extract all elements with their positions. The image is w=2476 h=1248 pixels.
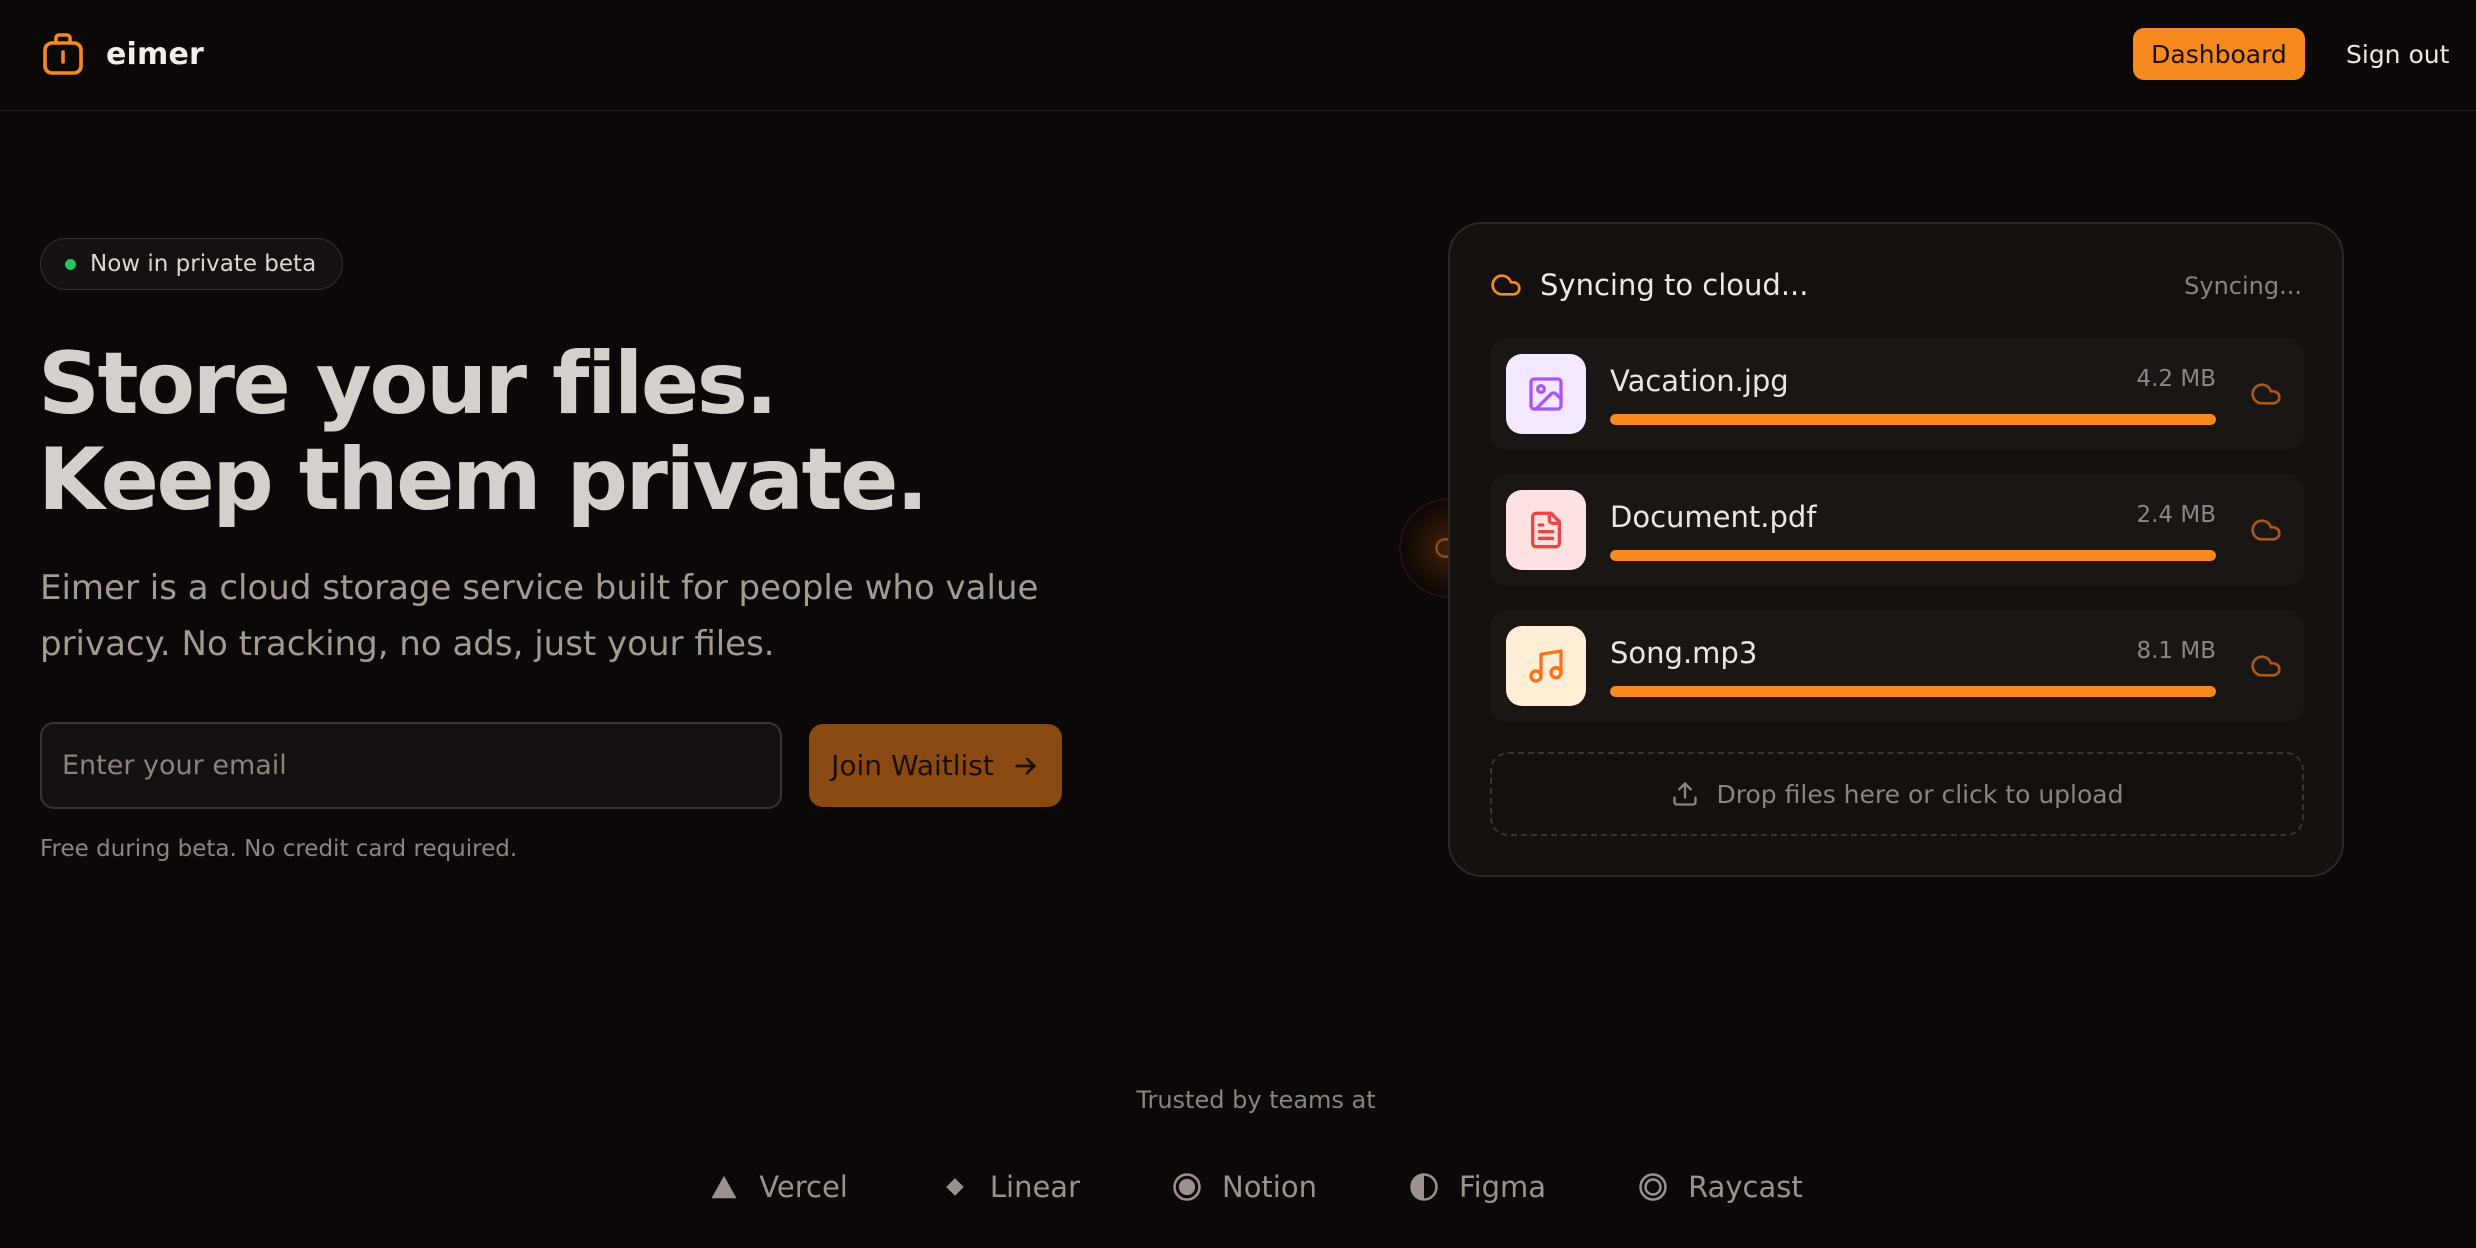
- beta-badge: Now in private beta: [40, 238, 344, 290]
- beta-note: Free during beta. No credit card require…: [40, 836, 518, 862]
- diamond-icon: [946, 1178, 964, 1196]
- cloud-icon: [2251, 655, 2281, 677]
- site-header: eimer Dashboard Sign out: [0, 0, 2476, 111]
- brand-notion: Notion: [1172, 1170, 1317, 1204]
- sync-card: Syncing to cloud... Syncing... Vacation.…: [1448, 222, 2344, 877]
- logo-text: eimer: [106, 36, 205, 72]
- progress-fill: [1610, 550, 2216, 561]
- join-waitlist-label: Join Waitlist: [831, 749, 994, 782]
- trusted-label: Trusted by teams at: [1136, 1086, 1376, 1114]
- sync-card-header: Syncing to cloud...: [1490, 268, 1808, 302]
- cloud-icon: [1491, 274, 1521, 296]
- upload-dropzone[interactable]: Drop files here or click to upload: [1490, 752, 2304, 836]
- headline-line-1: Store your files.: [38, 334, 778, 434]
- file-row[interactable]: Document.pdf 2.4 MB: [1490, 474, 2304, 586]
- file-icon-tile: [1506, 490, 1586, 570]
- brand-name: Vercel: [759, 1170, 848, 1204]
- file-name: Document.pdf: [1610, 500, 1817, 534]
- brand-logo[interactable]: eimer: [42, 32, 204, 76]
- hero-headline: Store your files. Keep them private.: [38, 336, 1238, 528]
- brand-raycast: Raycast: [1638, 1170, 1803, 1204]
- brand-name: Linear: [989, 1170, 1080, 1204]
- file-icon-tile: [1506, 354, 1586, 434]
- progress-fill: [1610, 414, 2216, 425]
- notion-icon: [1173, 1173, 1201, 1201]
- bucket-logo-icon: [43, 33, 83, 75]
- music-icon: [1529, 649, 1563, 683]
- file-row[interactable]: Song.mp3 8.1 MB: [1490, 610, 2304, 722]
- upload-progress: [1610, 414, 2216, 425]
- status-dot: [65, 258, 76, 270]
- document-icon: [1531, 511, 1561, 549]
- brand-vercel: Vercel: [709, 1170, 848, 1204]
- brand-name: Notion: [1222, 1170, 1317, 1204]
- dropzone-label: Drop files here or click to upload: [1716, 779, 2124, 809]
- figma-icon: [1410, 1173, 1438, 1201]
- upload-progress: [1610, 550, 2216, 561]
- join-waitlist-button[interactable]: Join Waitlist: [809, 724, 1062, 807]
- cloud-icon: [2251, 519, 2281, 541]
- sign-out-link[interactable]: Sign out: [2346, 28, 2449, 80]
- file-name: Song.mp3: [1610, 636, 1758, 670]
- file-name: Vacation.jpg: [1610, 364, 1789, 398]
- progress-fill: [1610, 686, 2216, 697]
- brand-logos: Vercel Linear Notion Figma Raycast: [0, 1170, 2476, 1204]
- raycast-icon: [1639, 1173, 1667, 1201]
- beta-badge-label: Now in private beta: [90, 251, 317, 277]
- upload-icon: [1672, 782, 1697, 806]
- arrow-right-icon: [1015, 757, 1036, 774]
- sync-status: Syncing...: [2184, 272, 2302, 300]
- brand-name: Figma: [1459, 1170, 1547, 1204]
- sync-card-title: Syncing to cloud...: [1540, 268, 1809, 302]
- file-size: 2.4 MB: [2136, 502, 2216, 528]
- dashboard-button[interactable]: Dashboard: [2133, 28, 2305, 80]
- upload-progress: [1610, 686, 2216, 697]
- hero-description: Eimer is a cloud storage service built f…: [40, 568, 1039, 664]
- file-size: 8.1 MB: [2136, 638, 2216, 664]
- file-icon-tile: [1506, 626, 1586, 706]
- email-input[interactable]: [40, 722, 782, 809]
- brand-linear: Linear: [940, 1170, 1080, 1204]
- headline-line-2: Keep them private.: [38, 430, 929, 530]
- brand-name: Raycast: [1688, 1170, 1803, 1204]
- triangle-icon: [711, 1175, 737, 1199]
- file-row[interactable]: Vacation.jpg 4.2 MB: [1490, 338, 2304, 450]
- brand-figma: Figma: [1409, 1170, 1546, 1204]
- cloud-icon: [2251, 383, 2281, 405]
- image-icon: [1529, 377, 1563, 411]
- file-size: 4.2 MB: [2136, 366, 2216, 392]
